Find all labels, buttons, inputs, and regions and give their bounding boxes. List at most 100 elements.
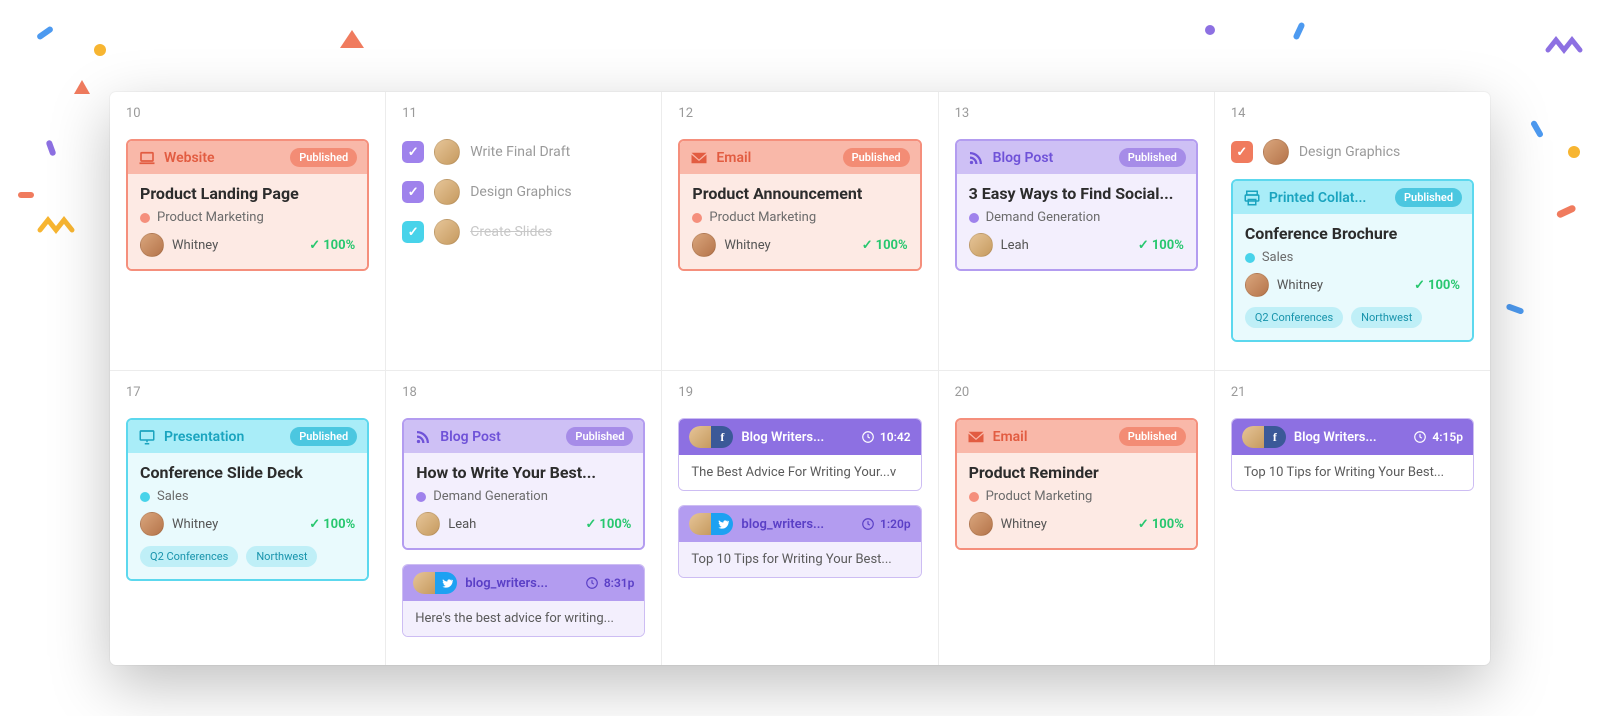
social-account: Blog Writers... [1294, 430, 1406, 445]
card-category: Sales [1262, 250, 1294, 265]
progress-pct: 100% [586, 517, 632, 532]
card-category: Demand Generation [986, 210, 1101, 225]
checkbox-icon[interactable]: ✓ [402, 141, 424, 163]
task-label: Create Slides [470, 224, 552, 240]
social-time: 4:15p [1413, 430, 1463, 444]
assignee-name: Whitney [172, 517, 218, 532]
task-design-graphics[interactable]: ✓ Design Graphics [402, 179, 645, 205]
checkbox-icon[interactable]: ✓ [1231, 141, 1253, 163]
card-title: Product Landing Page [140, 184, 355, 204]
day-17[interactable]: 17 Presentation Published Conference Sli… [110, 371, 386, 665]
status-badge: Published [290, 148, 357, 167]
avatar [434, 179, 460, 205]
social-card-facebook-19a[interactable]: f Blog Writers... 10:42 The Best Advice … [678, 418, 921, 491]
card-title: Conference Slide Deck [140, 463, 355, 483]
twitter-icon [711, 513, 733, 535]
progress-pct: 100% [309, 238, 355, 253]
assignee-name: Whitney [172, 238, 218, 253]
card-title: Product Announcement [692, 184, 907, 204]
email-icon [690, 149, 708, 167]
social-text: Here's the best advice for writing... [403, 601, 644, 636]
day-number: 12 [678, 106, 921, 121]
account-pill [689, 513, 733, 535]
social-account: blog_writers... [741, 517, 853, 532]
account-pill: f [1242, 426, 1286, 448]
card-category: Product Marketing [986, 489, 1093, 504]
calendar-row-2: 17 Presentation Published Conference Sli… [110, 371, 1490, 665]
avatar [434, 139, 460, 165]
task-design-graphics-14[interactable]: ✓ Design Graphics [1231, 139, 1474, 165]
email-icon [967, 428, 985, 446]
social-card-twitter-19b[interactable]: blog_writers... 1:20p Top 10 Tips for Wr… [678, 505, 921, 578]
status-badge: Published [290, 427, 357, 446]
card-type-label: Printed Collat... [1269, 190, 1367, 206]
avatar [416, 512, 440, 536]
day-number: 20 [955, 385, 1198, 400]
day-21[interactable]: 21 f Blog Writers... 4:15p Top 10 Tips f… [1215, 371, 1490, 665]
social-card-twitter-18[interactable]: blog_writers... 8:31p Here's the best ad… [402, 564, 645, 637]
day-10[interactable]: 10 Website Published Product Landing Pag… [110, 92, 386, 370]
tag-q2[interactable]: Q2 Conferences [1245, 307, 1343, 328]
presentation-icon [138, 428, 156, 446]
card-product-reminder[interactable]: Email Published Product Reminder Product… [955, 418, 1198, 550]
status-badge: Published [1119, 148, 1186, 167]
day-13[interactable]: 13 Blog Post Published 3 Easy Ways to Fi… [939, 92, 1215, 370]
day-19[interactable]: 19 f Blog Writers... 10:42 The Best Advi… [662, 371, 938, 665]
card-title: How to Write Your Best... [416, 463, 631, 483]
day-number: 13 [955, 106, 1198, 121]
progress-pct: 100% [1414, 278, 1460, 293]
task-write-final-draft[interactable]: ✓ Write Final Draft [402, 139, 645, 165]
avatar [140, 233, 164, 257]
social-time: 1:20p [861, 517, 911, 531]
avatar [969, 233, 993, 257]
printer-icon [1243, 189, 1261, 207]
tag-q2[interactable]: Q2 Conferences [140, 546, 238, 567]
account-pill: f [689, 426, 733, 448]
assignee-name: Whitney [1001, 517, 1047, 532]
status-badge: Published [843, 148, 910, 167]
social-text: Top 10 Tips for Writing Your Best... [679, 542, 920, 577]
assignee-name: Leah [1001, 238, 1029, 253]
rss-icon [414, 428, 432, 446]
avatar [692, 233, 716, 257]
assignee-name: Whitney [1277, 278, 1323, 293]
avatar [140, 512, 164, 536]
card-blog-how-to-write[interactable]: Blog Post Published How to Write Your Be… [402, 418, 645, 550]
card-category: Demand Generation [433, 489, 548, 504]
card-category: Product Marketing [157, 210, 264, 225]
social-account: blog_writers... [465, 576, 577, 591]
tag-northwest[interactable]: Northwest [1351, 307, 1422, 328]
day-18[interactable]: 18 Blog Post Published How to Write Your… [386, 371, 662, 665]
checkbox-icon[interactable]: ✓ [402, 181, 424, 203]
card-type-label: Presentation [164, 429, 244, 445]
checkbox-icon[interactable]: ✓ [402, 221, 424, 243]
card-conference-brochure[interactable]: Printed Collat... Published Conference B… [1231, 179, 1474, 342]
card-conference-slide-deck[interactable]: Presentation Published Conference Slide … [126, 418, 369, 581]
card-product-landing[interactable]: Website Published Product Landing Page P… [126, 139, 369, 271]
social-text: The Best Advice For Writing Your...v [679, 455, 920, 490]
social-time: 8:31p [585, 576, 635, 590]
progress-pct: 100% [1138, 238, 1184, 253]
task-create-slides[interactable]: ✓ Create Slides [402, 219, 645, 245]
twitter-icon [435, 572, 457, 594]
avatar [1245, 273, 1269, 297]
day-number: 21 [1231, 385, 1474, 400]
day-11[interactable]: 11 ✓ Write Final Draft ✓ Design Graphics… [386, 92, 662, 370]
day-20[interactable]: 20 Email Published Product Reminder Prod… [939, 371, 1215, 665]
day-12[interactable]: 12 Email Published Product Announcement … [662, 92, 938, 370]
status-badge: Published [566, 427, 633, 446]
day-number: 11 [402, 106, 645, 121]
tag-northwest[interactable]: Northwest [246, 546, 317, 567]
task-label: Design Graphics [1299, 144, 1400, 160]
social-text: Top 10 Tips for Writing Your Best... [1232, 455, 1473, 490]
status-badge: Published [1395, 188, 1462, 207]
card-blog-social[interactable]: Blog Post Published 3 Easy Ways to Find … [955, 139, 1198, 271]
avatar [434, 219, 460, 245]
card-product-announcement[interactable]: Email Published Product Announcement Pro… [678, 139, 921, 271]
card-title: Product Reminder [969, 463, 1184, 483]
day-14[interactable]: 14 ✓ Design Graphics Printed Collat... P… [1215, 92, 1490, 370]
facebook-icon: f [711, 426, 733, 448]
card-type-label: Website [164, 150, 215, 166]
social-card-facebook-21[interactable]: f Blog Writers... 4:15p Top 10 Tips for … [1231, 418, 1474, 491]
avatar [969, 512, 993, 536]
